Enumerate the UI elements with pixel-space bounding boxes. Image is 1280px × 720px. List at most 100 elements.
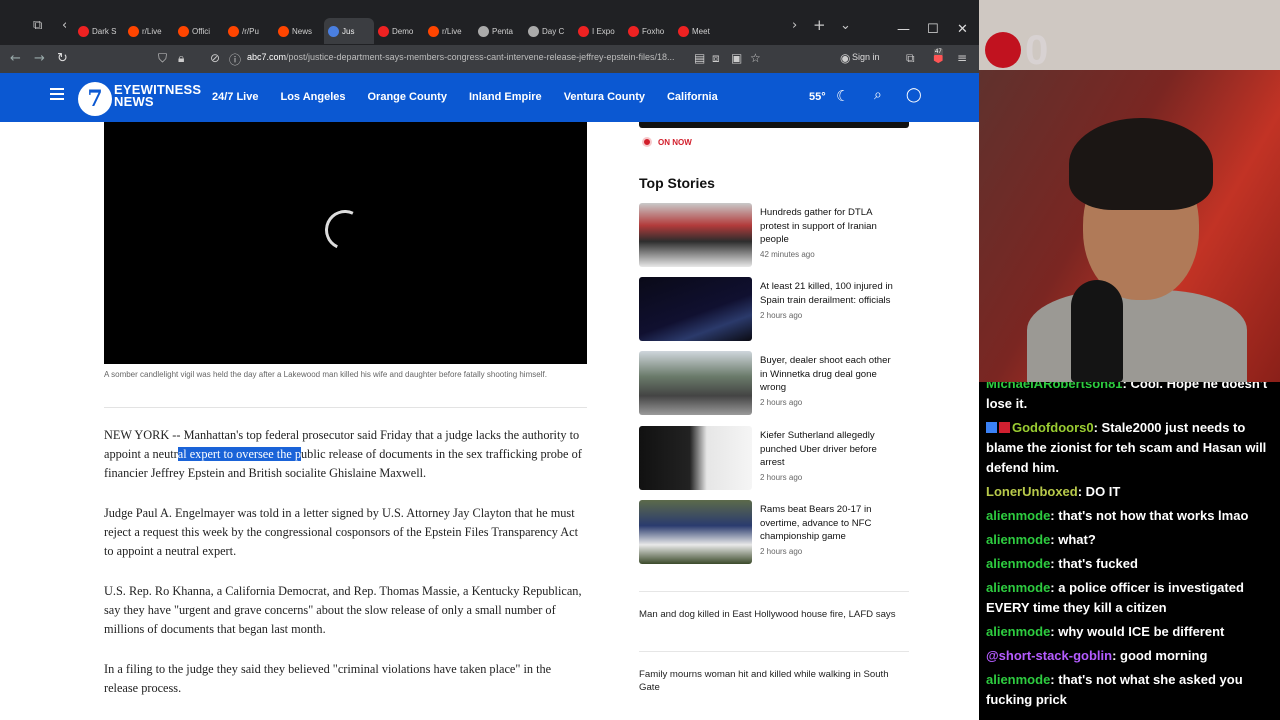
browser-tab[interactable]: Day C xyxy=(524,18,574,44)
close-window-icon[interactable]: ✕ xyxy=(957,22,968,37)
story-item[interactable]: Buyer, dealer shoot each other in Winnet… xyxy=(639,351,909,415)
tab-label: /r/Pu xyxy=(242,26,259,36)
shield-icon[interactable]: ⛉ xyxy=(158,51,167,66)
story-item[interactable]: Hundreds gather for DTLA protest in supp… xyxy=(639,203,909,267)
search-icon[interactable]: ⌕ xyxy=(874,87,882,103)
user-icon[interactable]: ◯ xyxy=(906,87,922,103)
url-host: abc7.com xyxy=(247,52,287,62)
more-story-link[interactable]: Man and dog killed in East Hollywood hou… xyxy=(639,608,909,621)
chat-username[interactable]: alienmode xyxy=(986,624,1050,639)
browser-tab[interactable]: Meet xyxy=(674,18,724,44)
story-thumbnail[interactable] xyxy=(639,277,752,341)
browser-tab[interactable]: r/Live xyxy=(124,18,174,44)
forward-icon[interactable]: → xyxy=(34,51,45,66)
story-timestamp: 42 minutes ago xyxy=(760,250,815,259)
maximize-icon[interactable]: ☐ xyxy=(927,22,939,37)
tab-favicon-icon xyxy=(228,25,239,37)
temperature[interactable]: 55° xyxy=(809,91,826,103)
menu-icon[interactable]: ≡ xyxy=(957,51,967,65)
eyewitness-news-logo[interactable]: EYEWITNESS NEWS xyxy=(114,83,201,108)
story-title[interactable]: Hundreds gather for DTLA protest in supp… xyxy=(760,206,900,247)
story-timestamp: 2 hours ago xyxy=(760,398,803,407)
browser-tab[interactable]: Offici xyxy=(174,18,224,44)
nav-link[interactable]: California xyxy=(667,91,718,103)
reader-icon[interactable]: ▤ xyxy=(694,51,705,65)
video-player[interactable] xyxy=(104,122,587,364)
site-info-icon[interactable]: ⓘ xyxy=(229,51,241,68)
browser-tab[interactable]: Demo xyxy=(374,18,424,44)
browser-tab[interactable]: Jus xyxy=(324,18,374,44)
nav-link[interactable]: Inland Empire xyxy=(469,91,542,103)
weather-moon-icon[interactable]: ☾ xyxy=(836,87,849,105)
chat-username[interactable]: alienmode xyxy=(986,580,1050,595)
browser-tab[interactable]: Dark S xyxy=(74,18,124,44)
new-tab-icon[interactable]: + xyxy=(813,16,826,34)
sign-in-button[interactable]: Sign in xyxy=(852,52,880,62)
chat-message: alienmode: what? xyxy=(986,530,1272,550)
story-title[interactable]: Kiefer Sutherland allegedly punched Uber… xyxy=(760,429,900,470)
story-item[interactable]: At least 21 killed, 100 injured in Spain… xyxy=(639,277,909,341)
browser-tab[interactable]: Penta xyxy=(474,18,524,44)
stream-chat: MichaelARobertson81: Cool. Hope he doesn… xyxy=(979,382,1280,720)
bookmark-star-icon[interactable]: ☆ xyxy=(750,51,761,65)
more-story-link[interactable]: Family mourns woman hit and killed while… xyxy=(639,668,909,694)
nav-link[interactable]: Los Angeles xyxy=(280,91,345,103)
tab-scroll-right-icon[interactable]: › xyxy=(792,18,797,33)
story-title[interactable]: Rams beat Bears 20-17 in overtime, advan… xyxy=(760,503,900,544)
chat-username[interactable]: alienmode xyxy=(986,672,1050,687)
chat-username[interactable]: alienmode xyxy=(986,532,1050,547)
divider xyxy=(104,407,587,408)
tab-label: Dark S xyxy=(92,26,117,36)
nav-link[interactable]: Orange County xyxy=(367,91,446,103)
chat-message: @short-stack-goblin: good morning xyxy=(986,646,1272,666)
chat-username[interactable]: alienmode xyxy=(986,556,1050,571)
tab-label: r/Live xyxy=(142,26,162,36)
microphone xyxy=(1071,280,1123,382)
tab-favicon-icon xyxy=(328,25,339,37)
chat-username[interactable]: @short-stack-goblin xyxy=(986,648,1112,663)
chat-message: MichaelARobertson81: Cool. Hope he doesn… xyxy=(986,382,1272,414)
screenshot-icon[interactable]: ⧈ xyxy=(712,51,720,66)
chat-message: alienmode: why would ICE be different xyxy=(986,622,1272,642)
story-item[interactable]: Kiefer Sutherland allegedly punched Uber… xyxy=(639,426,909,490)
browser-tab[interactable]: I Expo xyxy=(574,18,624,44)
chat-username[interactable]: Godofdoors0 xyxy=(1012,420,1094,435)
chat-username[interactable]: alienmode xyxy=(986,508,1050,523)
story-thumbnail[interactable] xyxy=(639,426,752,490)
tab-favicon-icon xyxy=(678,25,689,37)
back-icon[interactable]: ← xyxy=(10,51,21,66)
story-thumbnail[interactable] xyxy=(639,203,752,267)
tab-favicon-icon xyxy=(578,25,589,37)
minimize-icon[interactable]: — xyxy=(897,22,910,37)
lock-icon[interactable]: 🔒︎ xyxy=(178,51,184,66)
browser-tab[interactable]: Foxho xyxy=(624,18,674,44)
browser-tab[interactable]: r/Live xyxy=(424,18,474,44)
story-thumbnail[interactable] xyxy=(639,351,752,415)
nav-link[interactable]: Ventura County xyxy=(564,91,645,103)
tab-scroll-left-icon[interactable]: ‹ xyxy=(62,18,67,33)
live-video-thumbnail[interactable] xyxy=(639,122,909,128)
chat-username[interactable]: LonerUnboxed xyxy=(986,484,1078,499)
story-item[interactable]: Rams beat Bears 20-17 in overtime, advan… xyxy=(639,500,909,564)
extensions-icon[interactable]: ⧉ xyxy=(906,51,915,66)
on-now-indicator[interactable]: ON NOW xyxy=(642,137,692,147)
story-title[interactable]: Buyer, dealer shoot each other in Winnet… xyxy=(760,354,900,395)
reload-icon[interactable]: ↻ xyxy=(57,51,68,66)
browser-tab[interactable]: /r/Pu xyxy=(224,18,274,44)
story-title[interactable]: At least 21 killed, 100 injured in Spain… xyxy=(760,280,900,307)
selected-text[interactable]: al expert to oversee the p xyxy=(177,447,302,461)
story-thumbnail[interactable] xyxy=(639,500,752,564)
tab-search-icon[interactable]: ⌄ xyxy=(840,18,851,33)
account-icon[interactable]: ◉ xyxy=(840,51,850,65)
abc7-logo[interactable]: 7 xyxy=(78,82,112,116)
browser-tab[interactable]: News xyxy=(274,18,324,44)
article-body: NEW YORK -- Manhattan's top federal pros… xyxy=(104,426,584,719)
nav-link[interactable]: 24/7 Live xyxy=(212,91,258,103)
url-field[interactable]: abc7.com/post/justice-department-says-me… xyxy=(247,52,687,62)
story-timestamp: 2 hours ago xyxy=(760,473,803,482)
chat-username[interactable]: MichaelARobertson81 xyxy=(986,382,1123,391)
tracking-icon[interactable]: ⊘ xyxy=(210,51,220,65)
pip-icon[interactable]: ▣ xyxy=(731,51,742,65)
hamburger-menu-icon[interactable] xyxy=(50,88,64,100)
tab-actions-icon[interactable]: ⧉ xyxy=(33,18,42,33)
